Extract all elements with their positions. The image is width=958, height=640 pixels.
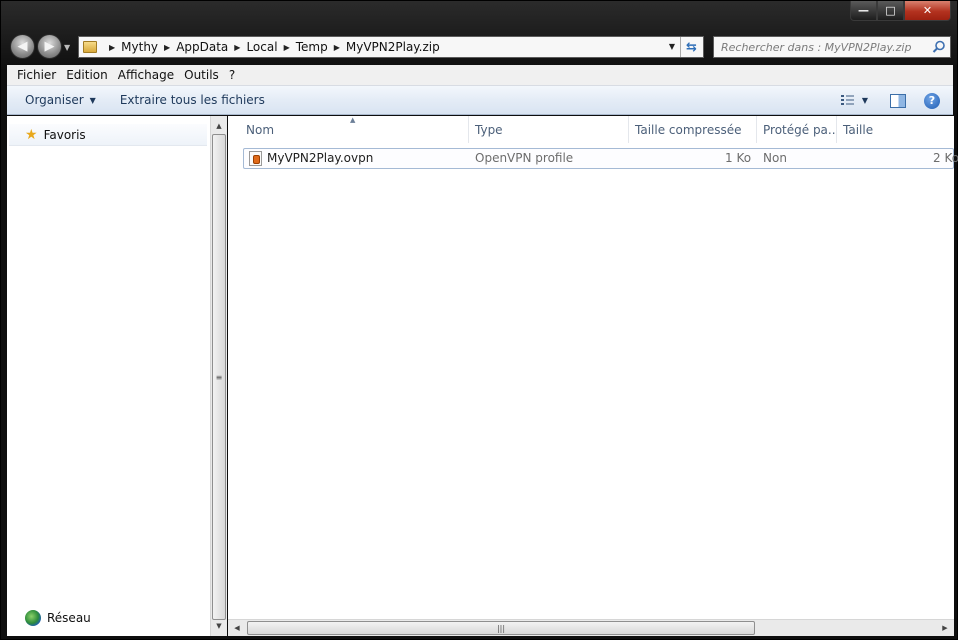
view-options-chevron-icon[interactable]: ▼	[862, 96, 868, 105]
arrow-right-icon: ▶	[44, 39, 55, 54]
navigation-pane: ★ Favoris Réseau	[7, 116, 210, 636]
help-icon[interactable]: ?	[924, 92, 940, 109]
extract-all-label: Extraire tous les fichiers	[119, 93, 265, 107]
column-compressed-size[interactable]: Taille compressée	[628, 116, 757, 143]
file-name: MyVPN2Play.ovpn	[267, 151, 374, 165]
chevron-right-icon[interactable]: ▶	[234, 43, 240, 52]
nav-item-label: Favoris	[43, 127, 86, 142]
search-box	[713, 36, 951, 58]
preview-pane-icon[interactable]	[890, 93, 906, 108]
back-button[interactable]: ◀	[10, 34, 35, 59]
breadcrumb-local[interactable]: Local	[246, 40, 277, 54]
scroll-thumb[interactable]: |||	[247, 621, 755, 635]
breadcrumb-mythy[interactable]: Mythy	[121, 40, 158, 54]
nav-item-favorites[interactable]: ★ Favoris	[9, 124, 207, 146]
star-icon: ★	[25, 126, 38, 143]
refresh-button[interactable]: ⇆	[680, 37, 702, 57]
column-label: Nom	[246, 122, 275, 137]
caption-buttons: — □ ✕	[850, 1, 951, 21]
column-label: Taille	[843, 122, 874, 137]
arrow-left-icon: ◀	[17, 39, 28, 54]
column-label: Protégé pa...	[763, 122, 837, 137]
organise-label: Organiser	[25, 93, 84, 107]
scroll-down-icon[interactable]: ▼	[211, 618, 227, 634]
organise-button[interactable]: Organiser ▼	[19, 93, 102, 107]
menu-affichage[interactable]: Affichage	[113, 68, 179, 82]
recent-pages-dropdown[interactable]: ▼	[64, 43, 70, 52]
column-size[interactable]: Taille	[836, 116, 954, 143]
file-type: OpenVPN profile	[475, 151, 574, 165]
view-controls: ▼ ?	[840, 86, 953, 115]
maximize-button[interactable]: □	[877, 1, 904, 21]
scroll-left-icon[interactable]: ◀	[229, 620, 245, 636]
table-row[interactable]: MyVPN2Play.ovpn OpenVPN profile 1 Ko Non…	[243, 148, 958, 169]
refresh-icon: ⇆	[686, 39, 697, 55]
folder-icon	[83, 41, 97, 53]
menu-edition[interactable]: Edition	[61, 68, 113, 82]
menu-bar: Fichier Edition Affichage Outils ?	[7, 65, 953, 86]
horizontal-scrollbar[interactable]: ◀ ||| ▶	[228, 619, 954, 636]
navigation-row: ◀ ▶ ▼ ▶ Mythy ▶ AppData ▶ Local ▶ Temp ▶…	[1, 31, 958, 61]
extract-all-button[interactable]: Extraire tous les fichiers	[114, 93, 271, 107]
file-compressed-size: 1 Ko	[725, 151, 752, 165]
column-protected[interactable]: Protégé pa...	[756, 116, 837, 143]
scroll-right-icon[interactable]: ▶	[937, 620, 953, 636]
column-label: Taille compressée	[635, 122, 742, 137]
sort-ascending-icon: ▲	[350, 116, 356, 124]
menu-outils[interactable]: Outils	[179, 68, 224, 82]
menu-fichier[interactable]: Fichier	[7, 68, 61, 82]
file-size: 2 Ko	[933, 151, 958, 165]
chevron-right-icon[interactable]: ▶	[109, 43, 115, 52]
forward-button[interactable]: ▶	[37, 34, 62, 59]
chevron-right-icon[interactable]: ▶	[284, 43, 290, 52]
chevron-down-icon: ▼	[89, 95, 96, 105]
breadcrumb-temp[interactable]: Temp	[296, 40, 328, 54]
chevron-right-icon[interactable]: ▶	[334, 43, 340, 52]
column-type[interactable]: Type	[468, 116, 629, 143]
file-list-pane: Nom ▲ Type Taille compressée Protégé pa.…	[228, 116, 958, 636]
column-headers: Nom ▲ Type Taille compressée Protégé pa.…	[228, 116, 954, 143]
network-icon	[25, 610, 41, 626]
breadcrumb-appdata[interactable]: AppData	[176, 40, 228, 54]
address-bar[interactable]: ▶ Mythy ▶ AppData ▶ Local ▶ Temp ▶ MyVPN…	[78, 36, 704, 58]
search-input[interactable]	[714, 37, 929, 57]
close-icon: ✕	[922, 4, 933, 17]
openvpn-file-icon	[249, 151, 262, 166]
command-bar: Organiser ▼ Extraire tous les fichiers ▼…	[7, 86, 953, 115]
minimize-icon: —	[858, 4, 869, 17]
view-details-icon[interactable]	[840, 94, 856, 108]
search-icon[interactable]	[932, 40, 946, 54]
menu-help[interactable]: ?	[224, 68, 240, 82]
minimize-button[interactable]: —	[850, 1, 877, 21]
scroll-up-icon[interactable]: ▲	[211, 118, 227, 134]
explorer-window: — □ ✕ ◀ ▶ ▼ ▶ Mythy ▶ AppData ▶ Local ▶ …	[0, 0, 958, 640]
breadcrumb-zip[interactable]: MyVPN2Play.zip	[346, 40, 440, 54]
column-label: Type	[475, 122, 503, 137]
scroll-thumb[interactable]: ≡	[212, 134, 226, 620]
nav-item-label: Réseau	[47, 611, 91, 625]
nav-pane-scrollbar[interactable]: ▲ ≡ ▼	[210, 116, 227, 636]
nav-item-network[interactable]: Réseau	[25, 610, 91, 626]
close-button[interactable]: ✕	[904, 1, 951, 21]
chevron-down-icon[interactable]: ▼	[669, 42, 675, 51]
chevron-right-icon[interactable]: ▶	[164, 43, 170, 52]
file-protected: Non	[763, 151, 787, 165]
maximize-icon: □	[885, 4, 896, 17]
